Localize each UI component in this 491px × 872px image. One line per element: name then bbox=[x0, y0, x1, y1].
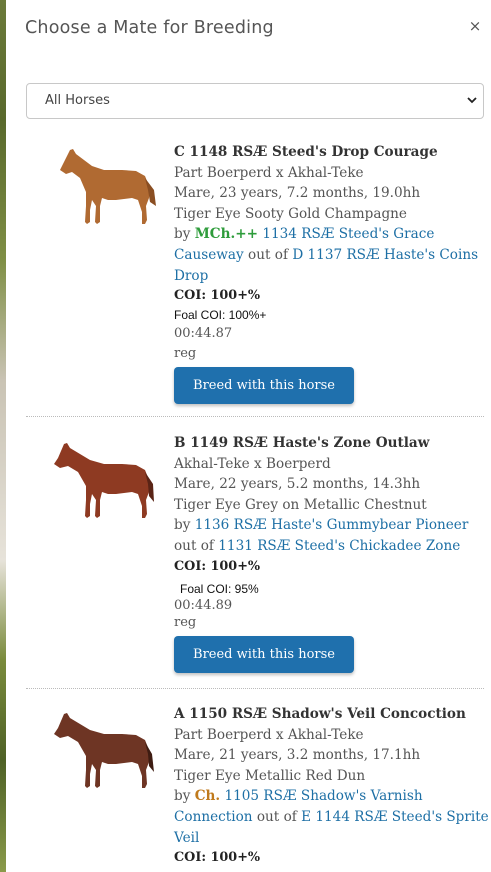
horse-filter-select[interactable]: All Horses bbox=[26, 83, 484, 119]
foal-coi-value: Foal COI: 95% bbox=[180, 582, 259, 597]
horse-info: B 1149 RSÆ Haste's Zone Outlaw Akhal-Tek… bbox=[174, 433, 491, 674]
coi-value: COI: 100+% bbox=[174, 558, 261, 574]
coi-value: COI: 100+% bbox=[174, 288, 261, 304]
horse-color: Tiger Eye Sooty Gold Champagne bbox=[174, 205, 407, 222]
breeding-mate-dialog: Choose a Mate for Breeding × All Horses … bbox=[6, 0, 491, 872]
horse-info: A 1150 RSÆ Shadow's Veil Concoction Part… bbox=[174, 704, 491, 869]
dam-link[interactable]: 1131 RSÆ Steed's Chickadee Zone bbox=[218, 538, 460, 554]
horse-image bbox=[54, 713, 154, 788]
horse-color: Tiger Eye Metallic Red Dun bbox=[174, 767, 366, 784]
coi-value: COI: 100+% bbox=[174, 850, 261, 866]
dam-link-continued[interactable]: Veil bbox=[174, 830, 199, 846]
breed-button[interactable]: Breed with this horse bbox=[174, 636, 354, 674]
dialog-title: Choose a Mate for Breeding bbox=[25, 18, 274, 38]
timer-value: 00:44.89 bbox=[174, 598, 233, 614]
registration-label: reg bbox=[174, 615, 197, 631]
horse-info: C 1148 RSÆ Steed's Drop Courage Part Boe… bbox=[174, 142, 491, 404]
horse-image bbox=[54, 443, 154, 518]
chevron-down-icon bbox=[467, 97, 477, 104]
horse-name: A 1150 RSÆ Shadow's Veil Concoction bbox=[174, 706, 466, 722]
timer-value: 00:44.87 bbox=[174, 325, 233, 341]
sire-link[interactable]: 1136 RSÆ Haste's Gummybear Pioneer bbox=[195, 517, 469, 533]
dam-link[interactable]: E 1144 RSÆ Steed's Sprite bbox=[301, 809, 489, 825]
horse-details: Mare, 21 years, 3.2 months, 17.1hh bbox=[174, 747, 421, 764]
horse-parents: by MCh.++ 1134 RSÆ Steed's Grace Causeway… bbox=[174, 226, 479, 284]
sire-title-badge: MCh.++ bbox=[194, 226, 258, 243]
close-button[interactable]: × bbox=[467, 16, 483, 36]
horse-details: Mare, 23 years, 7.2 months, 19.0hh bbox=[174, 185, 421, 202]
card-divider bbox=[26, 416, 484, 417]
horse-name: B 1149 RSÆ Haste's Zone Outlaw bbox=[174, 435, 430, 451]
horse-details: Mare, 22 years, 5.2 months, 14.3hh bbox=[174, 476, 421, 493]
breed-button[interactable]: Breed with this horse bbox=[174, 366, 354, 404]
horse-image bbox=[60, 149, 156, 224]
horse-name: C 1148 RSÆ Steed's Drop Courage bbox=[174, 144, 438, 160]
horse-breed: Part Boerperd x Akhal-Teke bbox=[174, 726, 364, 743]
horse-parents: by Ch. 1105 RSÆ Shadow's Varnish Connecti… bbox=[174, 788, 489, 846]
horse-color: Tiger Eye Grey on Metallic Chestnut bbox=[174, 496, 427, 513]
foal-coi-value: Foal COI: 100%+ bbox=[174, 307, 267, 322]
registration-label: reg bbox=[174, 345, 197, 361]
card-divider bbox=[26, 688, 484, 689]
horse-breed: Akhal-Teke x Boerperd bbox=[174, 455, 331, 472]
horse-parents: by 1136 RSÆ Haste's Gummybear Pioneer ou… bbox=[174, 517, 469, 554]
horse-breed: Part Boerperd x Akhal-Teke bbox=[174, 164, 364, 181]
filter-selected-value: All Horses bbox=[45, 93, 110, 108]
sire-title-badge: Ch. bbox=[194, 788, 221, 805]
